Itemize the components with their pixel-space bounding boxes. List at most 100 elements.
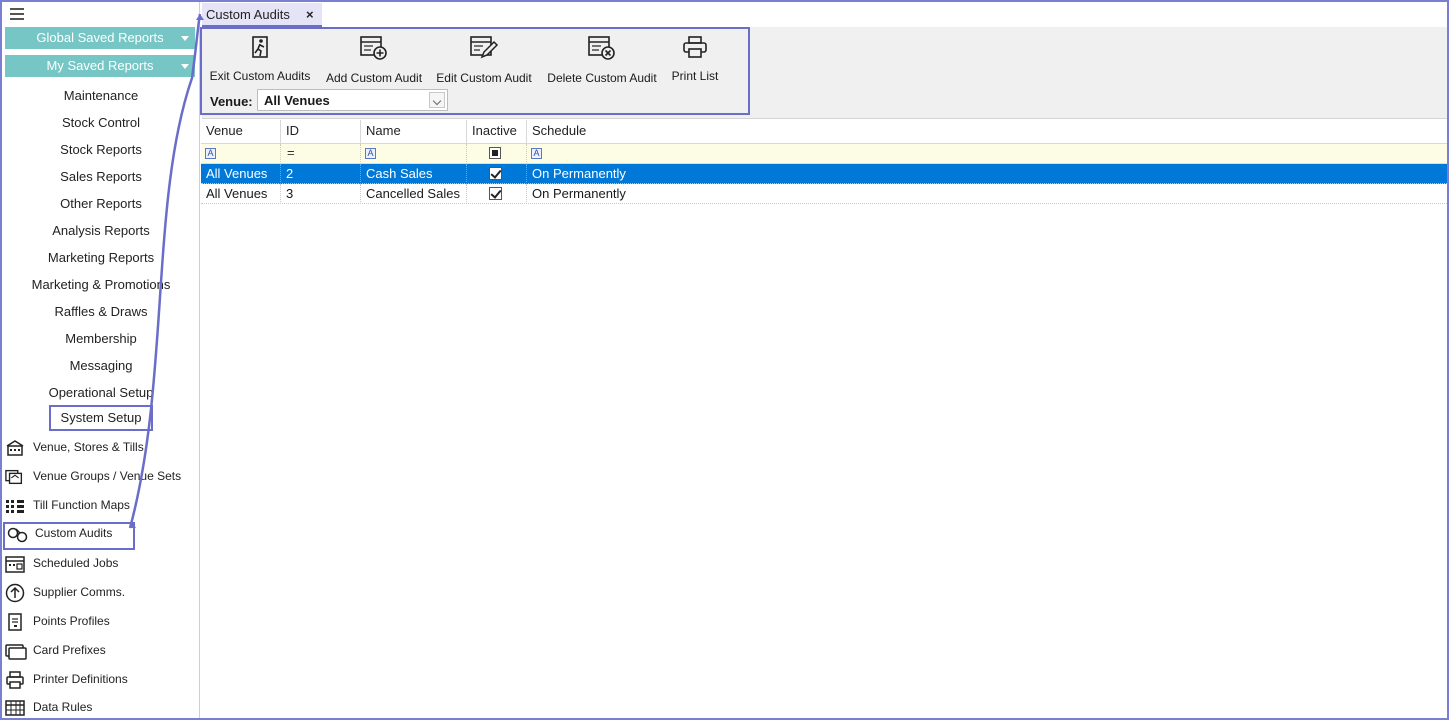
- column-header-id[interactable]: ID: [281, 120, 361, 144]
- sidebar-item-label: Data Rules: [33, 700, 93, 714]
- text-filter-icon[interactable]: A: [531, 148, 542, 159]
- filter-cell-inactive[interactable]: [467, 144, 527, 164]
- menu-item-raffles-draws[interactable]: Raffles & Draws: [2, 302, 200, 322]
- sidebar-item-scheduled-jobs[interactable]: Scheduled Jobs: [2, 552, 200, 576]
- cell-schedule: On Permanently: [532, 186, 626, 201]
- cell-inactive: [467, 184, 527, 204]
- menu-item-stock-control[interactable]: Stock Control: [2, 113, 200, 133]
- menu-item-label: System Setup: [48, 405, 154, 431]
- menu-item-label: Other Reports: [60, 196, 142, 211]
- delete-custom-audit-button[interactable]: Delete Custom Audit: [544, 35, 660, 85]
- equals-filter-icon[interactable]: =: [287, 145, 295, 160]
- table-row[interactable]: All Venues 2 Cash Sales On Permanently: [201, 164, 1447, 184]
- menu-item-messaging[interactable]: Messaging: [2, 356, 200, 376]
- sidebar-item-till-function-maps[interactable]: Till Function Maps: [2, 494, 200, 518]
- menu-item-label: Analysis Reports: [52, 223, 150, 238]
- sidebar-item-card-prefixes[interactable]: Card Prefixes: [2, 639, 200, 663]
- delete-audit-icon: [588, 36, 615, 60]
- menu-item-label: Marketing Reports: [47, 250, 155, 265]
- sidebar-item-label: Supplier Comms.: [33, 585, 126, 599]
- text-filter-icon[interactable]: A: [365, 148, 376, 159]
- menu-item-label: Messaging: [69, 358, 133, 373]
- sidebar-item-points-profiles[interactable]: Points Profiles: [2, 610, 200, 634]
- sidebar-item-custom-audits[interactable]: Custom Audits: [3, 522, 135, 550]
- menu-item-label: Marketing & Promotions: [31, 277, 171, 292]
- chevron-down-icon[interactable]: [429, 92, 445, 108]
- filter-cell-venue[interactable]: A: [201, 144, 281, 164]
- menu-item-stock-reports[interactable]: Stock Reports: [2, 140, 200, 160]
- edit-audit-icon: [470, 36, 499, 59]
- menu-item-label: Raffles & Draws: [54, 304, 148, 319]
- menu-item-maintenance[interactable]: Maintenance: [2, 86, 200, 106]
- inactive-checkbox[interactable]: [489, 187, 502, 200]
- caret-down-icon: [181, 64, 189, 69]
- menu-item-operational-setup[interactable]: Operational Setup: [2, 383, 200, 403]
- column-header-schedule[interactable]: Schedule: [527, 120, 1447, 144]
- menu-item-other-reports[interactable]: Other Reports: [2, 194, 200, 214]
- edit-custom-audit-label: Edit Custom Audit: [436, 71, 532, 85]
- filter-row: A = A A: [201, 144, 1447, 164]
- cell-venue: All Venues: [201, 184, 281, 204]
- grid-map-icon: [6, 500, 24, 513]
- menu-item-label: Membership: [65, 331, 137, 346]
- caret-down-icon: [181, 36, 189, 41]
- menu-item-sales-reports[interactable]: Sales Reports: [2, 167, 200, 187]
- column-header-venue[interactable]: Venue: [201, 120, 281, 144]
- filter-cell-schedule[interactable]: A: [527, 144, 1447, 164]
- venue-stores-icon: [6, 440, 24, 456]
- print-list-button[interactable]: Print List: [668, 35, 722, 83]
- menu-item-label: Stock Control: [61, 115, 141, 130]
- global-saved-reports-button[interactable]: Global Saved Reports: [5, 27, 195, 49]
- sidebar-item-label: Venue Groups / Venue Sets: [33, 469, 182, 483]
- global-saved-reports-label: Global Saved Reports: [36, 30, 164, 45]
- document-icon: [8, 613, 22, 631]
- my-saved-reports-label: My Saved Reports: [46, 58, 154, 73]
- indeterminate-checkbox[interactable]: [489, 147, 501, 159]
- add-custom-audit-button[interactable]: Add Custom Audit: [323, 35, 425, 85]
- menu-item-label: Maintenance: [63, 88, 139, 103]
- menu-item-label: Stock Reports: [60, 142, 142, 157]
- menu-item-label: Sales Reports: [60, 169, 142, 184]
- menu-item-label: Operational Setup: [48, 385, 154, 400]
- cell-name: Cancelled Sales: [361, 184, 467, 204]
- sidebar-item-data-rules[interactable]: Data Rules: [2, 696, 200, 720]
- sidebar-item-label: Venue, Stores & Tills: [33, 440, 144, 454]
- sidebar-item-supplier-comms[interactable]: Supplier Comms.: [2, 581, 200, 605]
- sidebar-item-label: Till Function Maps: [33, 498, 130, 512]
- menu-item-analysis-reports[interactable]: Analysis Reports: [2, 221, 200, 241]
- menu-item-membership[interactable]: Membership: [2, 329, 200, 349]
- venue-groups-icon: [5, 469, 23, 485]
- cell-id: 2: [281, 164, 361, 184]
- filter-cell-name[interactable]: A: [361, 144, 467, 164]
- menu-item-marketing-promotions[interactable]: Marketing & Promotions: [2, 275, 200, 295]
- printer-icon: [6, 671, 24, 689]
- close-tab-icon[interactable]: ×: [306, 7, 314, 22]
- my-saved-reports-button[interactable]: My Saved Reports: [5, 55, 195, 77]
- column-header-inactive[interactable]: Inactive: [467, 120, 527, 144]
- sidebar-item-venue-groups[interactable]: Venue Groups / Venue Sets: [2, 465, 200, 489]
- sidebar-item-label: Printer Definitions: [33, 672, 128, 686]
- text-filter-icon[interactable]: A: [205, 148, 216, 159]
- venue-select[interactable]: All Venues: [257, 89, 448, 111]
- hamburger-menu-icon[interactable]: [10, 8, 24, 20]
- calendar-icon: [5, 556, 25, 573]
- filter-cell-id[interactable]: =: [281, 144, 361, 164]
- menu-item-marketing-reports[interactable]: Marketing Reports: [2, 248, 200, 268]
- table-icon: [5, 700, 25, 716]
- venue-select-value: All Venues: [264, 93, 330, 108]
- tab-custom-audits[interactable]: Custom Audits ×: [202, 3, 322, 27]
- cell-id: 3: [281, 184, 361, 204]
- sidebar-item-printer-definitions[interactable]: Printer Definitions: [2, 668, 200, 692]
- edit-custom-audit-button[interactable]: Edit Custom Audit: [434, 35, 534, 85]
- column-header-name[interactable]: Name: [361, 120, 467, 144]
- inactive-checkbox[interactable]: [489, 167, 502, 180]
- exit-custom-audits-button[interactable]: Exit Custom Audits: [207, 35, 313, 83]
- menu-item-system-setup[interactable]: System Setup: [2, 405, 200, 435]
- sidebar-item-venue-stores-tills[interactable]: Venue, Stores & Tills: [2, 436, 200, 460]
- sidebar-item-label: Points Profiles: [33, 614, 110, 628]
- cell-name: Cash Sales: [361, 164, 467, 184]
- add-custom-audit-label: Add Custom Audit: [325, 71, 423, 85]
- table-row[interactable]: All Venues 3 Cancelled Sales On Permanen…: [201, 184, 1447, 204]
- printer-icon: [683, 36, 707, 58]
- tab-label: Custom Audits: [206, 7, 290, 22]
